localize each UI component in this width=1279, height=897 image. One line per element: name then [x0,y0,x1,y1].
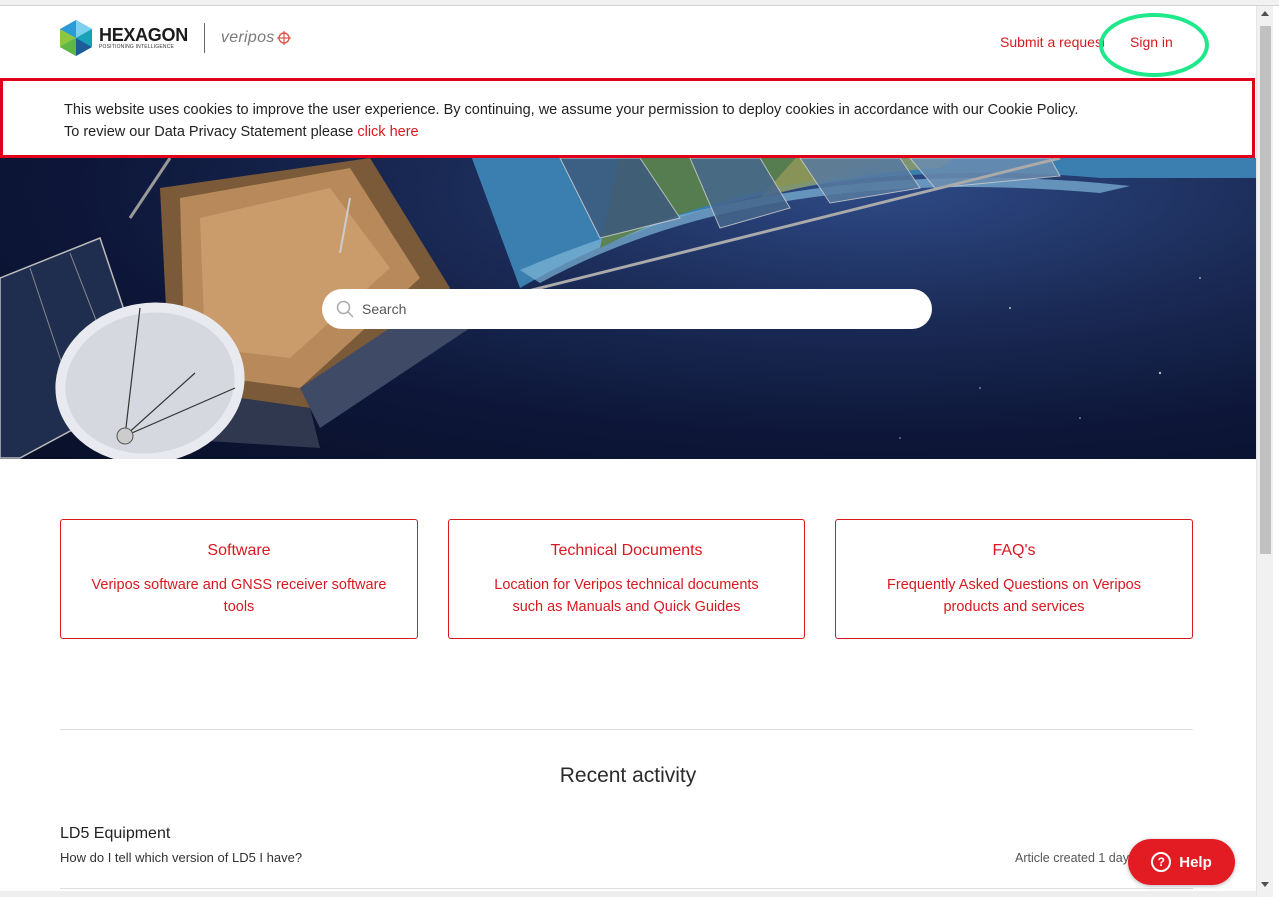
recent-activity-heading: Recent activity [559,764,697,787]
category-card-faqs[interactable]: FAQ's Frequently Asked Questions on Veri… [835,519,1193,639]
submit-request-link[interactable]: Submit a request [1000,34,1104,50]
target-icon [276,31,291,45]
search-icon [336,300,354,318]
hexagon-logo-icon [60,20,92,56]
logo-link[interactable]: HEXAGON POSITIONING INTELLIGENCE veripos [60,20,291,56]
card-description: Veripos software and GNSS receiver softw… [91,577,387,615]
category-card-software[interactable]: Software Veripos software and GNSS recei… [60,519,418,639]
privacy-text-prefix: To review our Data Privacy Statement ple… [64,124,358,140]
scroll-down-arrow-icon[interactable] [1261,882,1269,887]
card-title: Software [207,542,271,559]
activity-section-link[interactable]: LD5 Equipment [60,825,170,843]
card-description: Frequently Asked Questions on Veripos pr… [887,577,1141,615]
vertical-scrollbar[interactable] [1256,6,1273,897]
page: HEXAGON POSITIONING INTELLIGENCE veripos… [0,0,1279,897]
card-title: Technical Documents [550,542,703,559]
window-edge [1273,6,1279,897]
bottom-edge [0,891,1256,897]
veripos-wordmark: veripos [221,29,291,47]
activity-article-link[interactable]: How do I tell which version of LD5 I hav… [60,850,302,865]
activity-divider [60,888,1193,889]
card-title: FAQ's [992,542,1036,559]
help-label: Help [1179,853,1212,871]
card-description: Location for Veripos technical documents… [494,577,759,615]
question-icon: ? [1151,852,1172,872]
cookie-banner: This website uses cookies to improve the… [0,78,1255,158]
cookie-text: This website uses cookies to improve the… [64,102,1079,118]
search-bar[interactable] [322,289,932,329]
partner-name: veripos [220,29,275,46]
category-card-technical-documents[interactable]: Technical Documents Location for Veripos… [448,519,805,639]
site-header: HEXAGON POSITIONING INTELLIGENCE veripos… [0,6,1256,78]
logo-divider [203,23,205,53]
privacy-text: To review our Data Privacy Statement ple… [64,121,1252,143]
help-button[interactable]: ? Help [1128,839,1235,885]
scroll-up-arrow-icon[interactable] [1261,11,1269,16]
hero-banner [0,158,1256,459]
annotation-circle [1099,13,1209,77]
section-divider [60,729,1193,730]
brand-subtitle: POSITIONING INTELLIGENCE [99,44,175,50]
hexagon-wordmark: HEXAGON POSITIONING INTELLIGENCE [99,26,188,50]
activity-meta: Article created 1 day ago [1015,851,1135,865]
scroll-thumb[interactable] [1260,26,1271,554]
brand-name: HEXAGON [99,25,188,45]
search-input[interactable] [362,301,902,317]
privacy-link[interactable]: click here [357,124,418,140]
